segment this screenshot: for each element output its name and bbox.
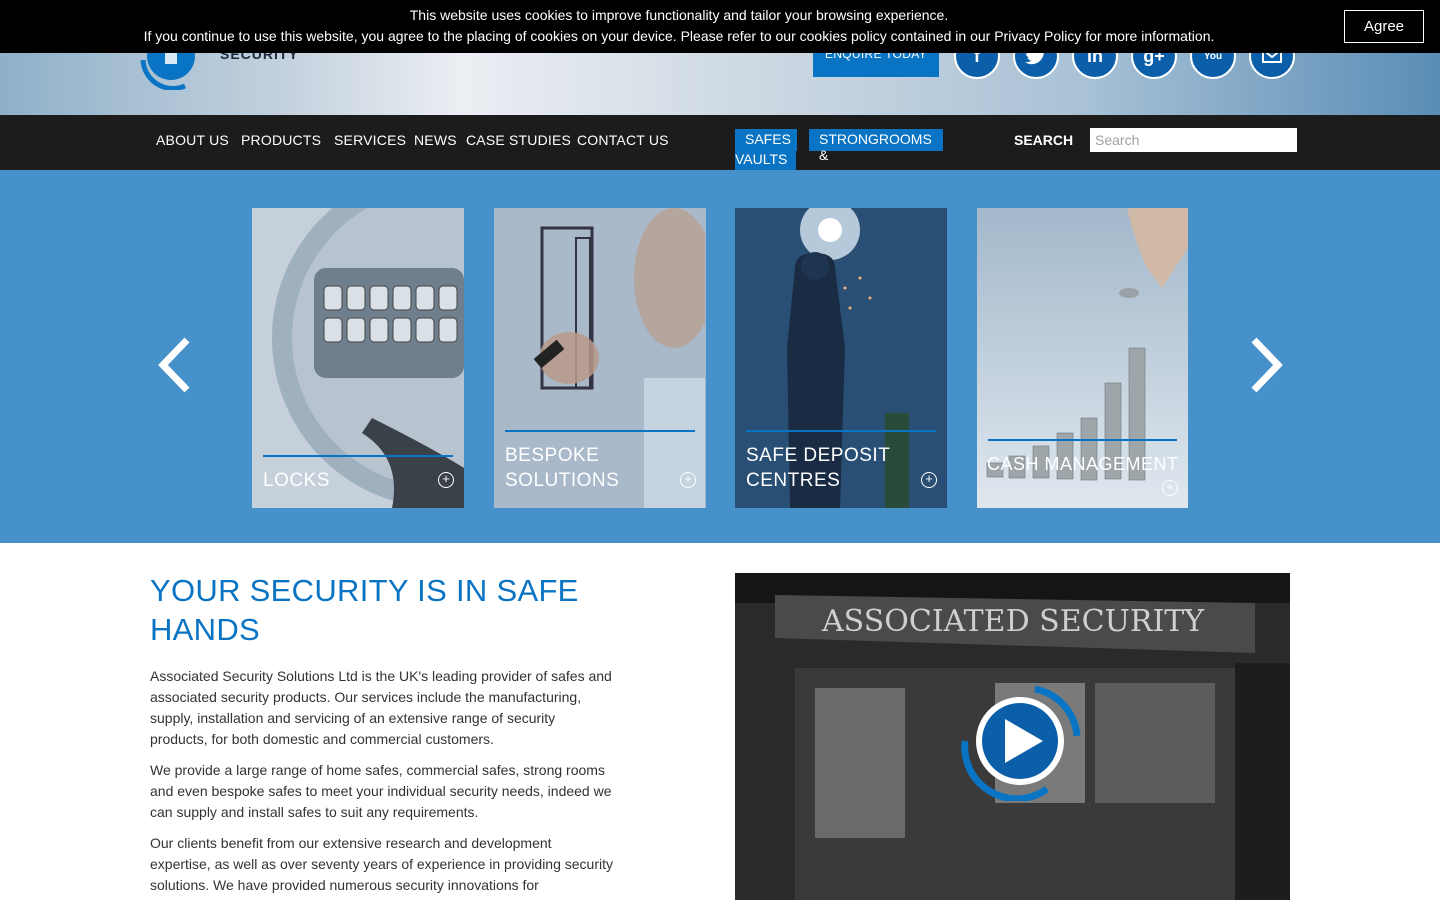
carousel-card-cash-management[interactable]: CASH MANAGEMENT + (977, 208, 1188, 508)
keypad-lock-image (252, 208, 464, 508)
card-title-cash-management: CASH MANAGEMENT (987, 454, 1179, 474)
nav-vaults[interactable]: VAULTS (735, 149, 796, 170)
intro-paragraph-3: Our clients benefit from our extensive r… (150, 835, 613, 893)
nav-services[interactable]: SERVICES (334, 132, 406, 148)
nav-products[interactable]: PRODUCTS (241, 132, 321, 148)
card-title-line: SOLUTIONS (505, 470, 620, 491)
page-title: YOUR SECURITY IS IN SAFE HANDS (150, 571, 620, 649)
page-title-line: HANDS (150, 612, 261, 647)
play-button-icon[interactable] (947, 681, 1087, 801)
cookie-message-line1: This website uses cookies to improve fun… (409, 7, 949, 23)
main-nav: ABOUT US PRODUCTS SERVICES NEWS CASE STU… (0, 115, 1440, 170)
card-title-locks: LOCKS (263, 470, 330, 491)
card-title-line: CENTRES (746, 470, 841, 491)
card-title-line: BESPOKE (505, 445, 600, 466)
plus-circle-icon[interactable]: + (1162, 480, 1178, 496)
card-divider (746, 430, 936, 432)
nav-case-studies[interactable]: CASE STUDIES (466, 132, 571, 148)
plus-circle-icon[interactable]: + (680, 472, 696, 488)
intro-paragraph-2: We provide a large range of home safes, … (150, 762, 612, 820)
card-title-safe-deposit: SAFE DEPOSIT CENTRES (746, 443, 890, 493)
card-divider (505, 430, 695, 432)
chevron-right-icon[interactable] (1246, 335, 1286, 395)
carousel-card-safe-deposit-centres[interactable]: SAFE DEPOSIT CENTRES + (735, 208, 947, 508)
nav-contact-us[interactable]: CONTACT US (577, 132, 669, 148)
shop-sign-text: ASSOCIATED SECURITY (821, 604, 1205, 639)
nav-about-us[interactable]: ABOUT US (156, 132, 229, 148)
nav-strongrooms[interactable]: STRONGROOMS & (809, 129, 943, 163)
page-title-line: YOUR SECURITY IS IN SAFE (150, 573, 579, 608)
card-title-bespoke: BESPOKE SOLUTIONS (505, 443, 619, 493)
intro-paragraph-1: Associated Security Solutions Ltd is the… (150, 668, 612, 747)
card-divider (263, 455, 453, 457)
nav-news[interactable]: NEWS (414, 132, 457, 148)
plus-circle-icon[interactable]: + (921, 472, 937, 488)
nav-safes[interactable]: SAFES (735, 129, 797, 151)
card-divider (988, 439, 1177, 441)
agree-button[interactable]: Agree (1344, 10, 1424, 43)
plus-circle-icon[interactable]: + (438, 472, 454, 488)
cookie-banner: This website uses cookies to improve fun… (0, 0, 1440, 53)
video-player[interactable]: ASSOCIATED SECURITY (735, 573, 1290, 900)
card-title-line: SAFE DEPOSIT (746, 445, 891, 466)
chevron-left-icon[interactable] (155, 335, 195, 395)
carousel-card-locks[interactable]: LOCKS + (252, 208, 464, 508)
search-label: SEARCH (1014, 132, 1074, 148)
search-input[interactable] (1090, 128, 1297, 152)
cookie-message-line2: If you continue to use this website, you… (143, 28, 1215, 44)
carousel-card-bespoke-solutions[interactable]: BESPOKE SOLUTIONS + (494, 208, 706, 508)
product-carousel: LOCKS + BESPOKE SOLUTIONS + SAFE DEPOSIT… (0, 170, 1440, 543)
